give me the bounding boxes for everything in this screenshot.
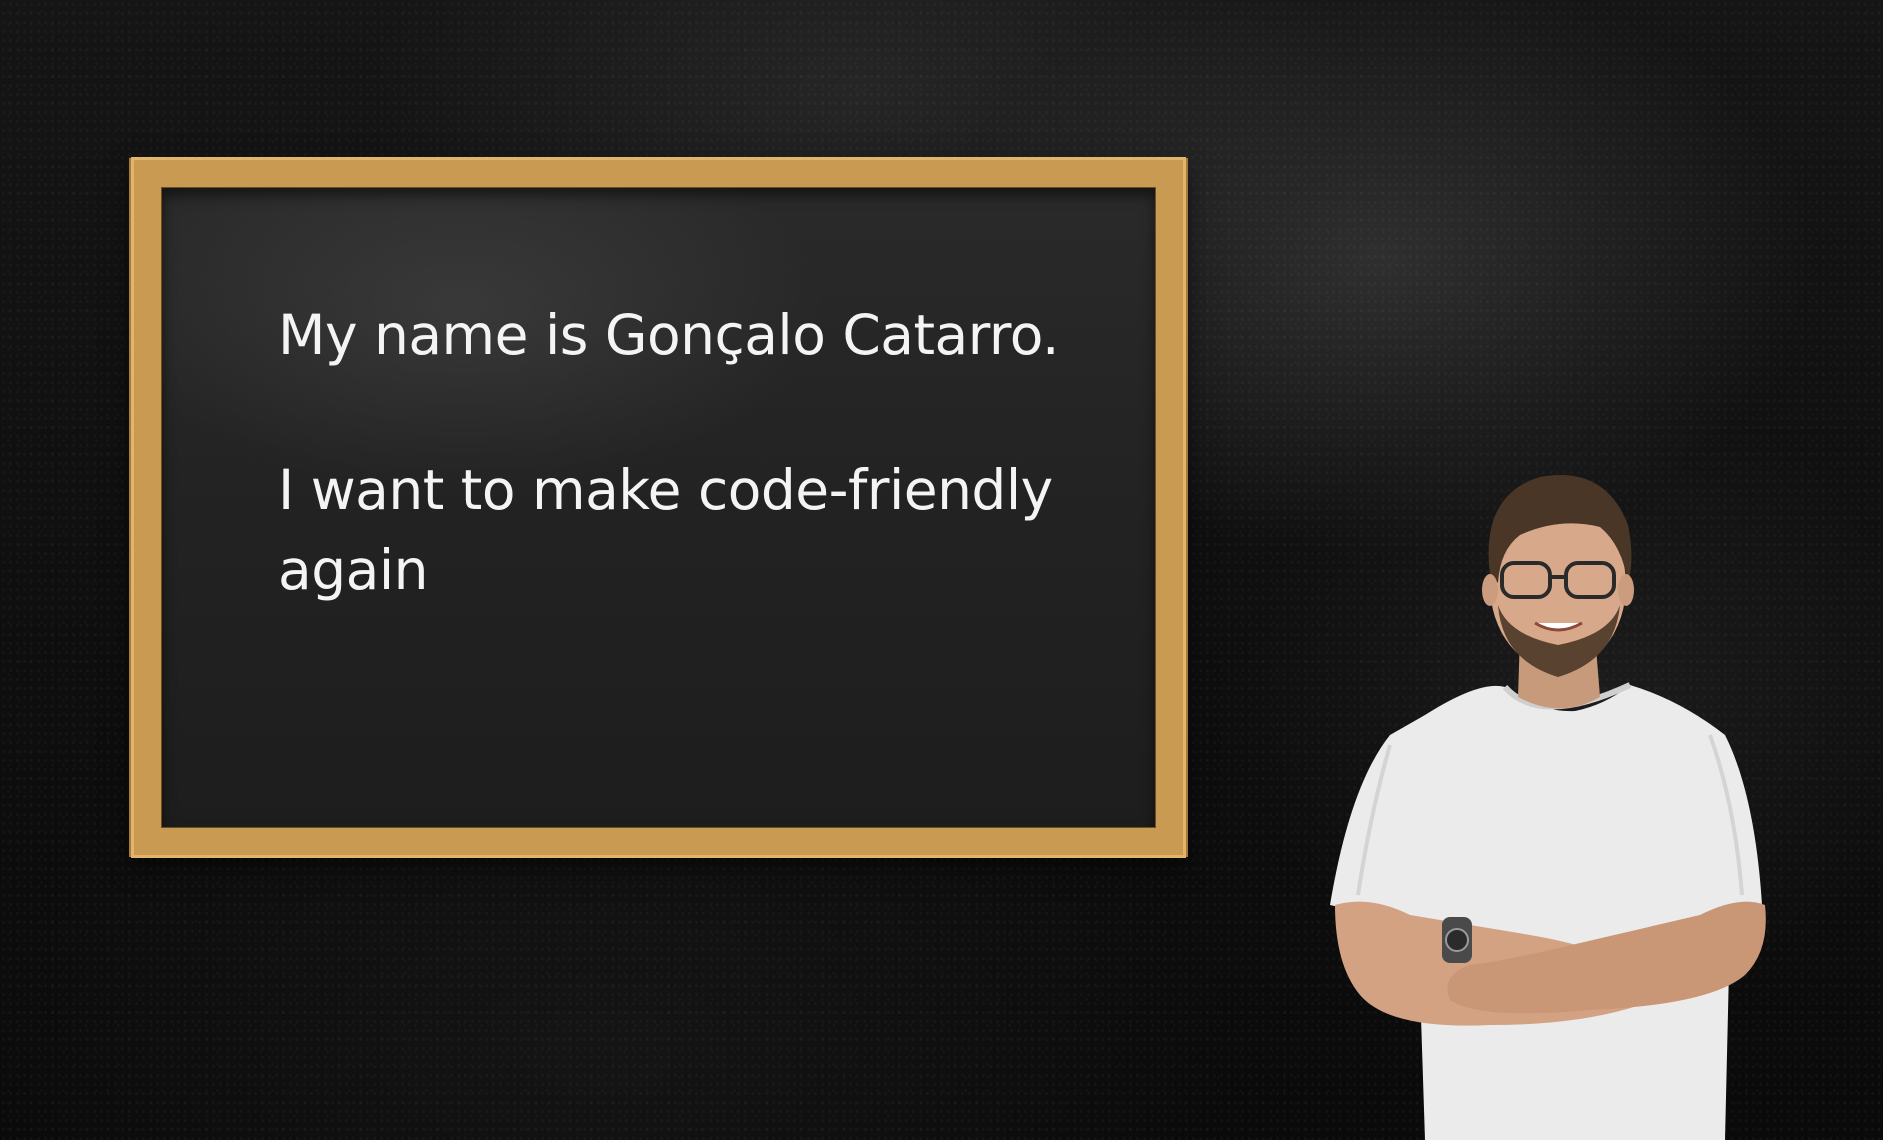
intro-line: My name is Gonçalo Catarro. bbox=[278, 303, 1059, 367]
goal-line-1: I want to make code-friendly bbox=[278, 458, 1053, 522]
person-photo bbox=[1330, 475, 1766, 1140]
line-spacer bbox=[278, 375, 1138, 450]
goal-line-2: again bbox=[278, 538, 428, 602]
slide: My name is Gonçalo Catarro. I want to ma… bbox=[0, 0, 1883, 1140]
chalkboard: My name is Gonçalo Catarro. I want to ma… bbox=[131, 157, 1186, 858]
chalkboard-text: My name is Gonçalo Catarro. I want to ma… bbox=[278, 295, 1138, 610]
